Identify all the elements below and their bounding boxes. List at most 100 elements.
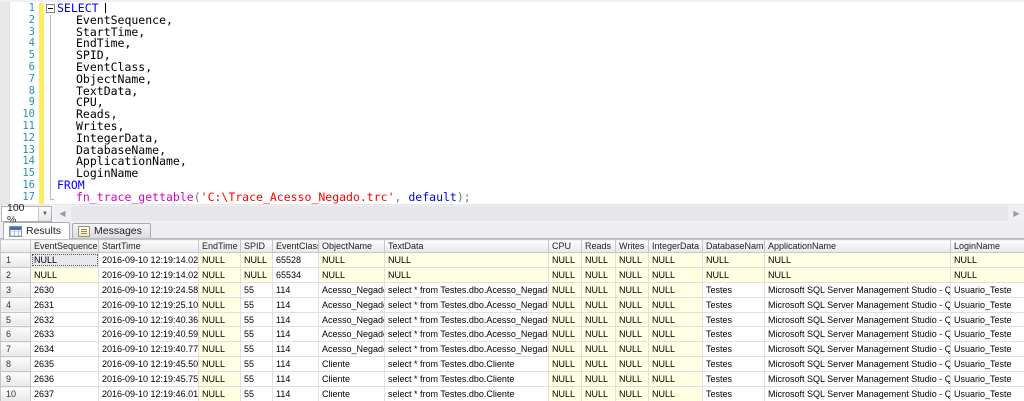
grid-cell[interactable]: select * from Testes.dbo.Acesso_Negado bbox=[385, 282, 549, 297]
chevron-down-icon[interactable]: ▼ bbox=[38, 207, 51, 221]
grid-cell[interactable]: Testes bbox=[703, 357, 765, 372]
grid-cell[interactable]: NULL bbox=[582, 327, 616, 342]
row-number-cell[interactable]: 5 bbox=[1, 312, 31, 327]
grid-cell[interactable]: NULL bbox=[582, 342, 616, 357]
grid-cell[interactable]: Usuario_Teste bbox=[951, 372, 1024, 387]
grid-cell[interactable]: NULL bbox=[649, 312, 703, 327]
grid-cell[interactable]: NULL bbox=[199, 342, 241, 357]
grid-cell[interactable]: Testes bbox=[703, 282, 765, 297]
grid-cell[interactable]: 55 bbox=[241, 372, 273, 387]
grid-cell[interactable]: Microsoft SQL Server Management Studio -… bbox=[765, 297, 951, 312]
query-editor[interactable]: 1SELECT2EventSequence,3StartTime,4EndTim… bbox=[0, 0, 1024, 204]
column-header[interactable]: LoginName bbox=[951, 240, 1024, 253]
grid-cell[interactable]: NULL bbox=[649, 282, 703, 297]
grid-cell[interactable]: Usuario_Teste bbox=[951, 282, 1024, 297]
grid-cell[interactable]: Acesso_Negado bbox=[319, 312, 385, 327]
grid-cell[interactable]: NULL bbox=[616, 342, 649, 357]
row-number-cell[interactable]: 4 bbox=[1, 297, 31, 312]
editor-line[interactable]: 10Reads, bbox=[0, 109, 1024, 121]
grid-cell[interactable]: NULL bbox=[616, 372, 649, 387]
grid-cell[interactable]: 2636 bbox=[31, 372, 99, 387]
grid-cell[interactable]: NULL bbox=[549, 312, 582, 327]
grid-cell[interactable]: Usuario_Teste bbox=[951, 357, 1024, 372]
grid-cell[interactable]: 114 bbox=[273, 372, 319, 387]
grid-cell[interactable]: 65528 bbox=[273, 253, 319, 268]
grid-cell[interactable]: NULL bbox=[199, 253, 241, 268]
grid-cell[interactable]: Microsoft SQL Server Management Studio -… bbox=[765, 282, 951, 297]
grid-cell[interactable]: NULL bbox=[616, 267, 649, 282]
row-number-cell[interactable]: 6 bbox=[1, 327, 31, 342]
row-number-cell[interactable]: 1 bbox=[1, 253, 31, 268]
grid-cell[interactable]: NULL bbox=[241, 267, 273, 282]
zoom-level-combo[interactable]: 100 % ▼ bbox=[1, 206, 52, 222]
grid-cell[interactable]: NULL bbox=[199, 312, 241, 327]
grid-cell[interactable]: NULL bbox=[549, 372, 582, 387]
grid-cell[interactable]: NULL bbox=[582, 267, 616, 282]
column-header[interactable]: TextData bbox=[385, 240, 549, 253]
grid-cell[interactable]: 55 bbox=[241, 327, 273, 342]
grid-cell[interactable]: NULL bbox=[649, 297, 703, 312]
grid-cell[interactable]: NULL bbox=[549, 297, 582, 312]
editor-line[interactable]: 3StartTime, bbox=[0, 27, 1024, 39]
grid-cell[interactable]: NULL bbox=[616, 282, 649, 297]
grid-cell[interactable]: Cliente bbox=[319, 372, 385, 387]
grid-cell[interactable]: NULL bbox=[582, 253, 616, 268]
grid-cell[interactable]: NULL bbox=[549, 357, 582, 372]
grid-cell[interactable]: NULL bbox=[582, 282, 616, 297]
editor-line[interactable]: 6EventClass, bbox=[0, 62, 1024, 74]
grid-cell[interactable]: 2634 bbox=[31, 342, 99, 357]
grid-cell[interactable]: NULL bbox=[649, 357, 703, 372]
grid-cell[interactable]: NULL bbox=[649, 253, 703, 268]
grid-cell[interactable]: 2631 bbox=[31, 297, 99, 312]
grid-cell[interactable]: 55 bbox=[241, 312, 273, 327]
grid-cell[interactable]: Testes bbox=[703, 387, 765, 401]
column-header[interactable]: CPU bbox=[549, 240, 582, 253]
grid-cell[interactable]: Microsoft SQL Server Management Studio -… bbox=[765, 342, 951, 357]
column-header[interactable]: Reads bbox=[582, 240, 616, 253]
grid-cell[interactable]: 2016-09-10 12:19:46.013 bbox=[99, 387, 199, 401]
grid-cell[interactable]: NULL bbox=[951, 267, 1024, 282]
editor-line[interactable]: 8TextData, bbox=[0, 86, 1024, 98]
grid-cell[interactable]: 2016-09-10 12:19:24.583 bbox=[99, 282, 199, 297]
grid-cell[interactable]: NULL bbox=[582, 372, 616, 387]
column-header[interactable]: DatabaseName bbox=[703, 240, 765, 253]
grid-cell[interactable]: Testes bbox=[703, 312, 765, 327]
grid-cell[interactable]: NULL bbox=[582, 312, 616, 327]
grid-cell[interactable]: select * from Testes.dbo.Acesso_Negado bbox=[385, 327, 549, 342]
grid-cell[interactable]: 2637 bbox=[31, 387, 99, 401]
grid-cell[interactable]: NULL bbox=[199, 297, 241, 312]
grid-cell[interactable]: 114 bbox=[273, 312, 319, 327]
row-number-cell[interactable]: 2 bbox=[1, 267, 31, 282]
grid-cell[interactable]: Acesso_Negado bbox=[319, 282, 385, 297]
grid-cell[interactable]: 2016-09-10 12:19:45.753 bbox=[99, 372, 199, 387]
grid-cell[interactable]: 114 bbox=[273, 282, 319, 297]
grid-corner-cell[interactable] bbox=[1, 240, 31, 253]
grid-cell[interactable]: Usuario_Teste bbox=[951, 312, 1024, 327]
grid-cell[interactable]: Usuario_Teste bbox=[951, 297, 1024, 312]
grid-cell[interactable]: Acesso_Negado bbox=[319, 297, 385, 312]
grid-cell[interactable]: select * from Testes.dbo.Cliente bbox=[385, 357, 549, 372]
row-number-cell[interactable]: 7 bbox=[1, 342, 31, 357]
column-header[interactable]: EndTime bbox=[199, 240, 241, 253]
grid-cell[interactable]: 2630 bbox=[31, 282, 99, 297]
grid-cell[interactable]: NULL bbox=[549, 282, 582, 297]
grid-cell[interactable]: Usuario_Teste bbox=[951, 327, 1024, 342]
grid-cell[interactable]: NULL bbox=[649, 372, 703, 387]
column-header[interactable]: ApplicationName bbox=[765, 240, 951, 253]
grid-cell[interactable]: NULL bbox=[31, 253, 99, 268]
grid-cell[interactable]: Microsoft SQL Server Management Studio -… bbox=[765, 312, 951, 327]
scroll-right-icon[interactable]: ▶ bbox=[1009, 205, 1024, 222]
grid-cell[interactable]: 55 bbox=[241, 282, 273, 297]
editor-line[interactable]: 9CPU, bbox=[0, 97, 1024, 109]
editor-line[interactable]: 14ApplicationName, bbox=[0, 156, 1024, 168]
grid-cell[interactable]: NULL bbox=[549, 387, 582, 401]
grid-cell[interactable]: NULL bbox=[582, 297, 616, 312]
editor-line[interactable]: 2EventSequence, bbox=[0, 15, 1024, 27]
grid-cell[interactable]: 2633 bbox=[31, 327, 99, 342]
grid-cell[interactable]: NULL bbox=[31, 267, 99, 282]
row-number-cell[interactable]: 3 bbox=[1, 282, 31, 297]
grid-cell[interactable]: NULL bbox=[319, 253, 385, 268]
grid-cell[interactable]: NULL bbox=[385, 267, 549, 282]
grid-cell[interactable]: Usuario_Teste bbox=[951, 387, 1024, 401]
column-header[interactable]: EventClass bbox=[273, 240, 319, 253]
